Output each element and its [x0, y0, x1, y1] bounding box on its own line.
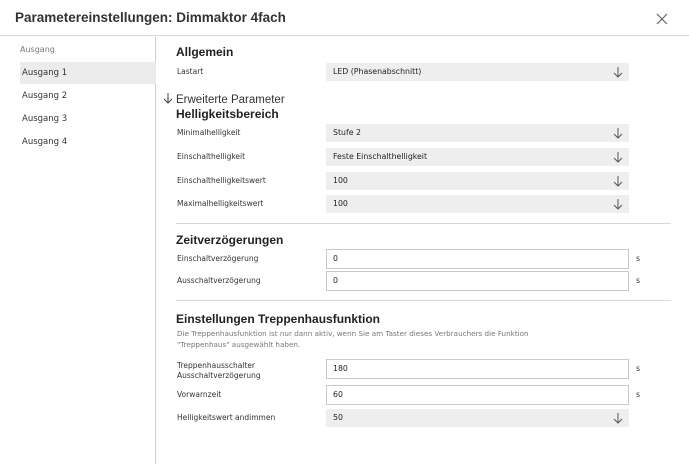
- select-helligkeitswert-andimmen[interactable]: 50: [326, 409, 629, 427]
- select-lastart[interactable]: LED (Phasenabschnitt): [326, 63, 629, 81]
- input-treppenhausschalter[interactable]: 180: [326, 359, 629, 379]
- section-title-allgemein: Allgemein: [176, 45, 234, 59]
- treppenhaus-description: Die Treppenhausfunktion ist nur dann akt…: [177, 328, 647, 350]
- label-treppenhausschalter-line-1: Treppenhausschalter: [177, 361, 256, 370]
- select-minimalhelligkeit-value: Stufe 2: [333, 128, 361, 137]
- unit-treppenhausschalter: s: [636, 364, 641, 373]
- label-vorwarnzeit: Vorwarnzeit: [177, 390, 222, 399]
- unit-einschaltverzoegerung: s: [636, 254, 641, 263]
- label-treppenhausschalter-line-2: Ausschaltverzögerung: [177, 371, 261, 380]
- sidebar-item-ausgang-1[interactable]: Ausgang 1: [20, 62, 156, 84]
- description-line-1: Die Treppenhausfunktion ist nur dann akt…: [177, 329, 529, 338]
- sidebar-heading: Ausgang: [20, 45, 55, 54]
- arrow-down-icon: [613, 198, 623, 210]
- select-helligkeitswert-andimmen-value: 50: [333, 413, 343, 422]
- section-title-treppenhaus: Einstellungen Treppenhausfunktion: [176, 312, 381, 326]
- label-minimalhelligkeit: Minimalhelligkeit: [177, 128, 241, 137]
- main-content: Allgemein Lastart LED (Phasenabschnitt) …: [162, 37, 682, 464]
- arrow-down-icon: [613, 66, 623, 78]
- select-einschalthelligkeitswert-value: 100: [333, 176, 348, 185]
- unit-vorwarnzeit: s: [636, 390, 641, 399]
- sidebar-item-ausgang-2[interactable]: Ausgang 2: [20, 85, 156, 107]
- select-maximalhelligkeitswert[interactable]: 100: [326, 195, 629, 213]
- select-einschalthelligkeitswert[interactable]: 100: [326, 172, 629, 190]
- description-line-2: "Treppenhaus" ausgewählt haben.: [177, 340, 301, 349]
- dialog-header: Parametereinstellungen: Dimmaktor 4fach: [0, 0, 689, 36]
- close-icon[interactable]: [655, 11, 669, 25]
- label-einschalthelligkeit: Einschalthelligkeit: [177, 152, 246, 161]
- select-einschalthelligkeit-value: Feste Einschalthelligkeit: [333, 152, 428, 161]
- label-helligkeitswert-andimmen: Helligkeitswert andimmen: [177, 413, 276, 422]
- input-ausschaltverzoegerung[interactable]: 0: [326, 271, 629, 291]
- unit-ausschaltverzoegerung: s: [636, 276, 641, 285]
- label-treppenhausschalter: Treppenhausschalter Ausschaltverzögerung: [177, 361, 261, 381]
- arrow-down-icon: [613, 127, 623, 139]
- section-title-zeitverzoegerungen: Zeitverzögerungen: [176, 233, 284, 247]
- arrow-down-icon: [613, 151, 623, 163]
- label-maximalhelligkeitswert: Maximalhelligkeitswert: [177, 199, 264, 208]
- select-lastart-value: LED (Phasenabschnitt): [333, 67, 422, 76]
- sidebar-item-ausgang-4[interactable]: Ausgang 4: [20, 131, 156, 153]
- select-einschalthelligkeit[interactable]: Feste Einschalthelligkeit: [326, 148, 629, 166]
- input-einschaltverzoegerung[interactable]: 0: [326, 249, 629, 269]
- section-title-helligkeit: Helligkeitsbereich: [176, 107, 279, 121]
- section-divider: [176, 300, 671, 301]
- arrow-down-icon: [613, 175, 623, 187]
- input-vorwarnzeit[interactable]: 60: [326, 385, 629, 405]
- label-ausschaltverzoegerung: Ausschaltverzögerung: [177, 276, 261, 285]
- label-lastart: Lastart: [177, 67, 204, 76]
- section-divider: [176, 223, 671, 224]
- arrow-down-icon: [613, 412, 623, 424]
- sidebar: Ausgang Ausgang 1 Ausgang 2 Ausgang 3 Au…: [0, 37, 156, 464]
- dialog-title: Parametereinstellungen: Dimmaktor 4fach: [15, 10, 286, 25]
- sidebar-item-ausgang-3[interactable]: Ausgang 3: [20, 108, 156, 130]
- label-einschalthelligkeitswert: Einschalthelligkeitswert: [177, 176, 266, 185]
- select-maximalhelligkeitswert-value: 100: [333, 199, 348, 208]
- select-minimalhelligkeit[interactable]: Stufe 2: [326, 124, 629, 142]
- label-einschaltverzoegerung: Einschaltverzögerung: [177, 254, 259, 263]
